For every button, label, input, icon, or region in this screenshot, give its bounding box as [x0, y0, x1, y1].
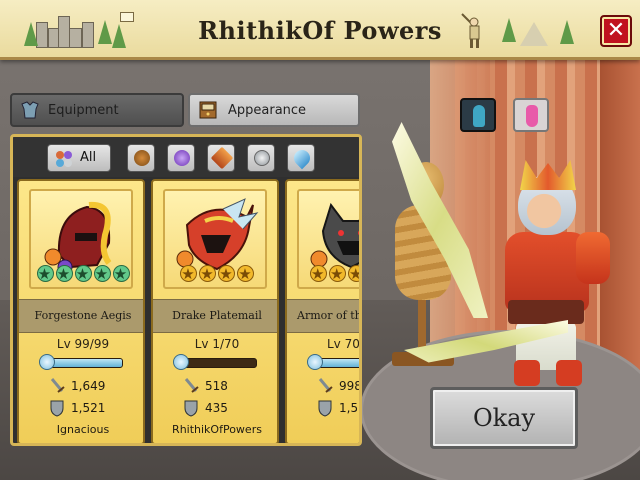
sword-icon — [318, 378, 333, 393]
xp-bar — [181, 358, 257, 368]
xp-bar-fill — [48, 359, 122, 367]
star-icon: ★ — [112, 265, 130, 283]
star-icon: ★ — [180, 265, 197, 283]
star-icon: ★ — [74, 265, 92, 283]
hero-boot — [556, 360, 582, 386]
tab-appearance-label: Appearance — [228, 103, 307, 118]
element-filter-bar: All — [13, 137, 359, 177]
star-icon: ★ — [55, 265, 73, 283]
filter-fire-button[interactable] — [207, 144, 235, 172]
star-icon: ★ — [218, 265, 235, 283]
curtain-edge — [600, 56, 640, 386]
item-name: Drake Platemail — [172, 309, 262, 322]
tree-icon — [502, 18, 516, 42]
star-icon: ★ — [36, 265, 54, 283]
attack-value: 518 — [205, 379, 228, 393]
item-name-bar: Drake Platemail — [153, 299, 277, 333]
item-level: Lv 1/70 — [194, 337, 240, 351]
star-icon: ★ — [237, 265, 254, 283]
attack-value: 998 — [339, 379, 362, 393]
hero-shoulder-guard — [576, 232, 610, 284]
tab-equipment-label: Equipment — [48, 103, 119, 118]
star-icon: ★ — [310, 265, 327, 283]
female-figure-icon — [526, 105, 538, 127]
item-name: Forgestone Aegis — [34, 309, 132, 322]
star-rating: ★ ★ ★ ★ ★ — [19, 265, 143, 283]
xp-orb-icon — [307, 354, 323, 370]
star-icon: ★ — [93, 265, 111, 283]
shield-icon — [50, 400, 64, 417]
star-rating: ★★★★ — [287, 265, 359, 283]
tab-appearance[interactable]: Appearance — [188, 93, 360, 127]
armor-icon — [21, 101, 39, 119]
xp-orb-icon — [173, 354, 189, 370]
filter-earth-button[interactable] — [127, 144, 155, 172]
star-icon: ★ — [348, 265, 359, 283]
fire-element-icon — [210, 146, 234, 170]
item-name-bar: Forgestone Aegis — [19, 299, 143, 333]
wardrobe-icon — [199, 101, 217, 119]
item-card-drake-platemail[interactable]: ★ ★ ★ ★ Drake Platemail Lv 1/70 518 435 Rhi… — [151, 179, 279, 443]
air-element-icon — [254, 150, 270, 166]
tree-icon — [560, 20, 574, 44]
item-owner: RhithikOfPowers — [172, 423, 262, 436]
okay-button[interactable]: Okay — [430, 387, 578, 449]
title-banner: RhithikOf Powers ✕ — [0, 0, 640, 60]
star-rating: ★★★★ — [153, 265, 277, 283]
star-icon: ★ — [329, 265, 346, 283]
female-appearance-button[interactable] — [513, 98, 549, 132]
xp-bar — [47, 358, 123, 368]
earth-element-icon — [134, 150, 150, 166]
filter-water-button[interactable] — [287, 144, 315, 172]
attack-value: 1,649 — [71, 379, 106, 393]
hero-boot — [514, 360, 540, 386]
filter-all-label: All — [80, 150, 97, 165]
tent-icon — [520, 22, 548, 46]
knight-icon — [461, 13, 480, 48]
item-owner: Ignacious — [56, 423, 110, 436]
tab-equipment[interactable]: Equipment — [10, 93, 184, 127]
defense-value: 1,5 — [339, 401, 359, 415]
arcane-element-icon — [174, 150, 190, 166]
defense-value: 1,521 — [71, 401, 106, 415]
all-elements-icon — [56, 151, 72, 167]
shield-icon — [318, 400, 332, 417]
equipment-panel: All ★ ★ ★ ★ ★ Forgestone Aegis Lv 99/99 … — [10, 134, 362, 446]
hero-belt — [508, 300, 584, 324]
male-figure-icon — [473, 105, 485, 127]
filter-arcane-button[interactable] — [167, 144, 195, 172]
item-name-bar: Armor of th — [287, 299, 362, 333]
item-card-armor-partial[interactable]: ★★★★ Armor of th Lv 70/ 998 1,5 — [285, 179, 362, 443]
xp-orb-icon — [39, 354, 55, 370]
defense-value: 435 — [205, 401, 228, 415]
item-level: Lv 70/ — [327, 337, 362, 351]
item-card-forgestone-aegis[interactable]: ★ ★ ★ ★ ★ Forgestone Aegis Lv 99/99 1,649 1,… — [17, 179, 145, 443]
filter-air-button[interactable] — [247, 144, 275, 172]
water-element-icon — [290, 146, 314, 170]
close-button[interactable]: ✕ — [600, 15, 632, 47]
star-icon: ★ — [199, 265, 216, 283]
sword-icon — [184, 378, 199, 393]
sword-icon — [50, 378, 65, 393]
shield-icon — [184, 400, 198, 417]
item-level: Lv 99/99 — [56, 337, 110, 351]
item-name: Armor of th — [297, 309, 362, 322]
filter-all-button[interactable]: All — [47, 144, 111, 172]
male-appearance-button[interactable] — [460, 98, 496, 132]
